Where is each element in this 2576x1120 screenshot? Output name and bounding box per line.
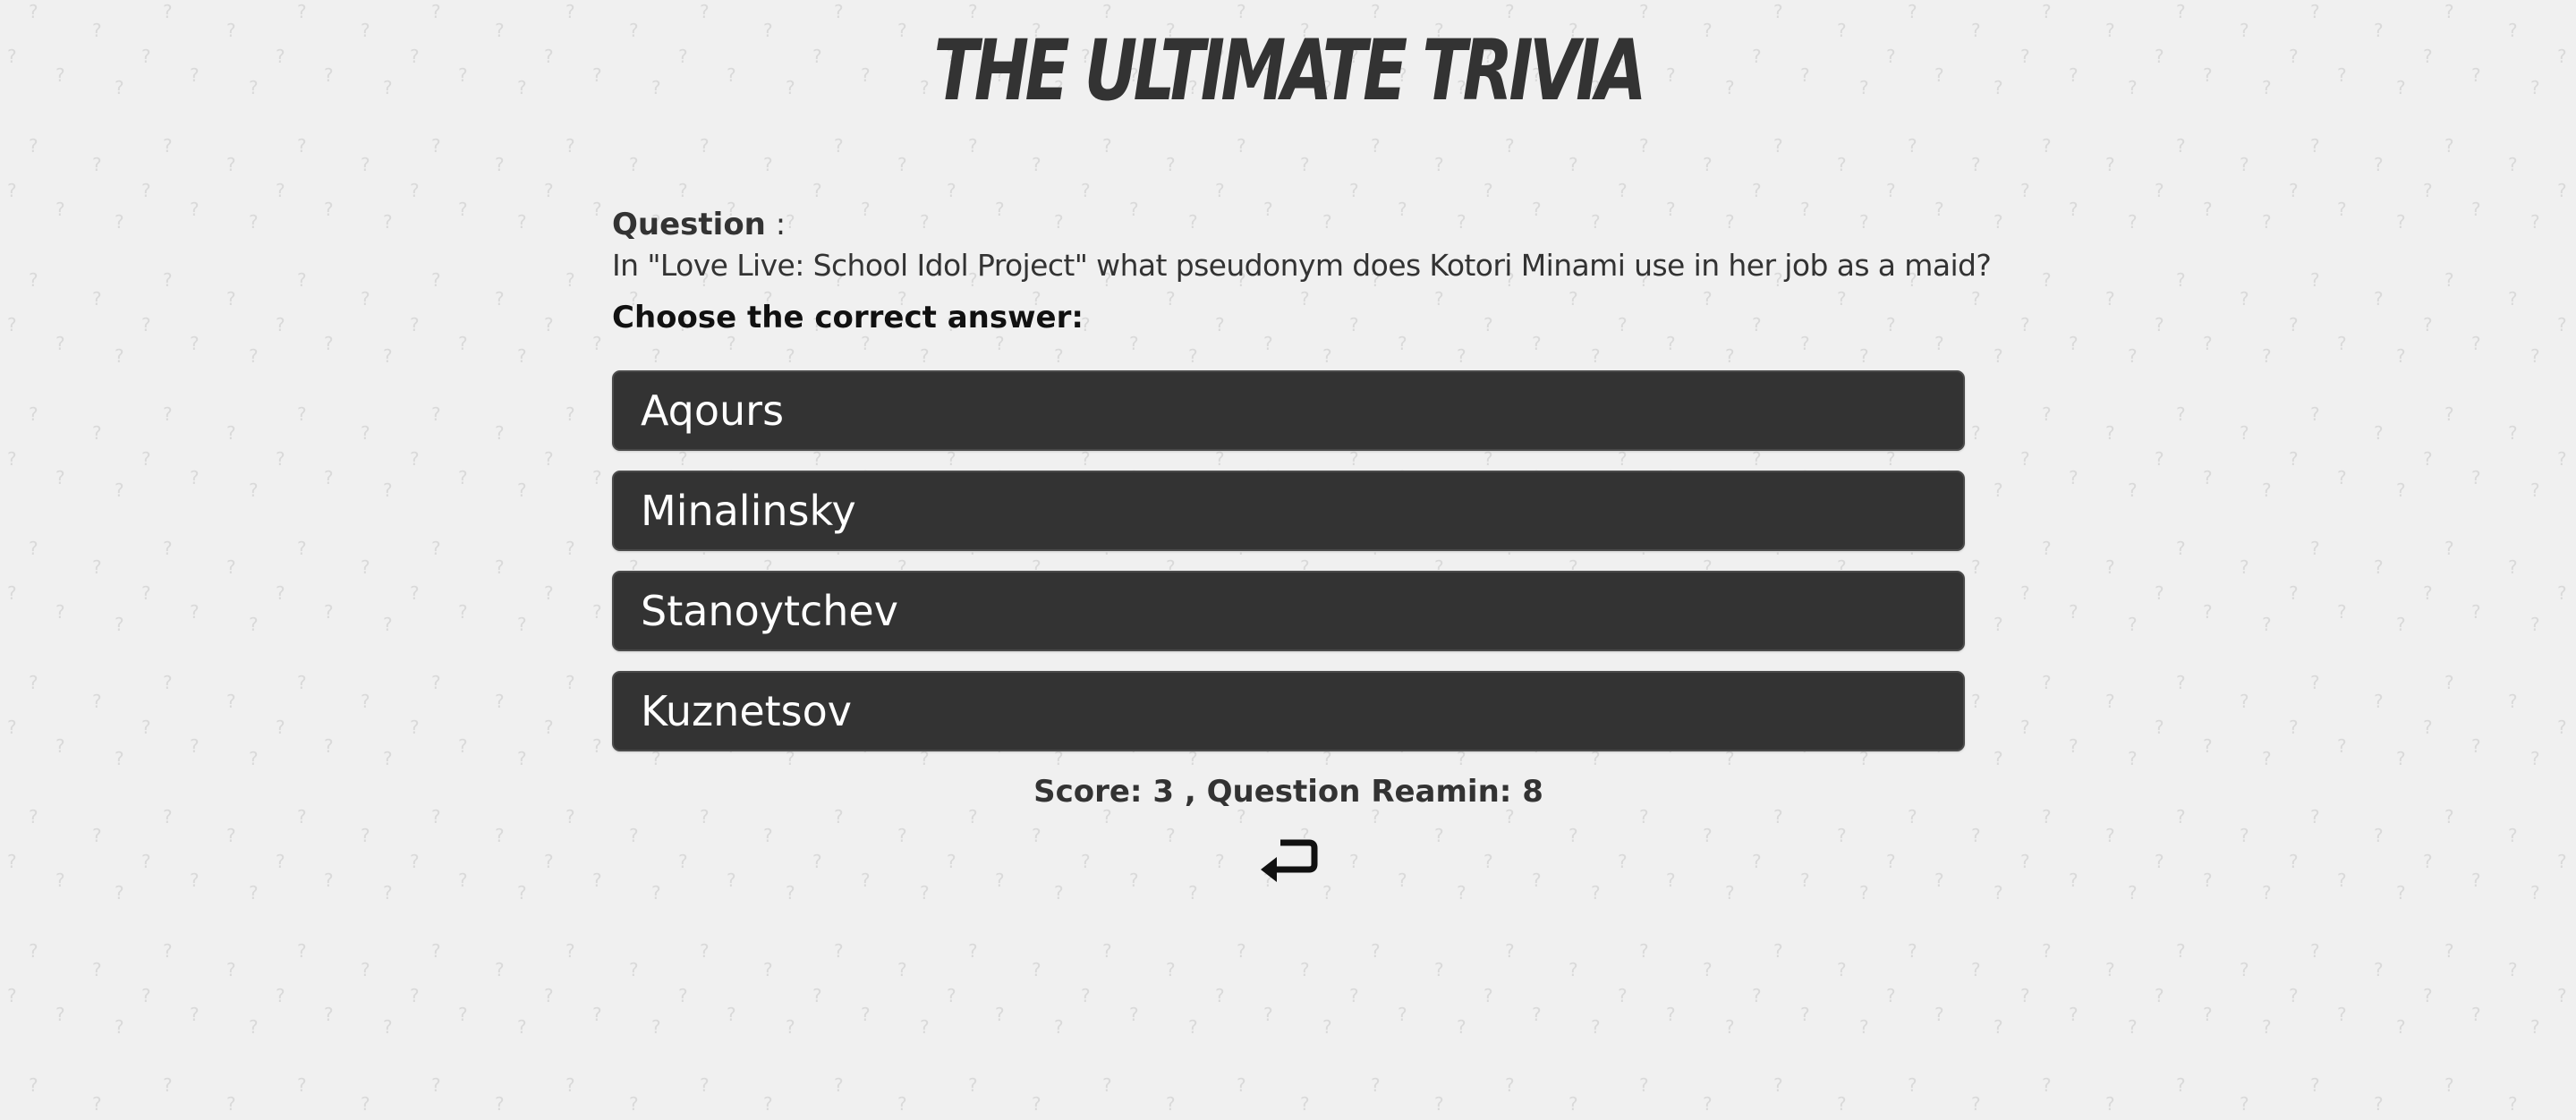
page-title: THE ULTIMATE TRIVIA [933,22,1646,120]
score-status: Score: 3 , Question Reamin: 8 [1033,774,1543,810]
answer-button-1[interactable]: Aqours [612,370,1965,451]
answer-button-2[interactable]: Minalinsky [612,471,1965,551]
question-label: Question [612,207,766,242]
answer-list: Aqours Minalinsky Stanoytchev Kuznetsov [612,370,1965,751]
question-heading: Question : [612,204,1965,245]
back-button[interactable] [1257,834,1320,887]
return-arrow-icon [1261,839,1318,882]
answer-prompt: Choose the correct answer: [612,300,1084,335]
answer-button-3[interactable]: Stanoytchev [612,571,1965,651]
question-text: In "Love Live: School Idol Project" what… [612,248,1992,283]
answer-button-4[interactable]: Kuznetsov [612,671,1965,751]
trivia-app: THE ULTIMATE TRIVIA Question : In "Love … [0,0,2576,1120]
question-label-separator: : [765,207,786,242]
quiz-panel: Question : In "Love Live: School Idol Pr… [612,204,1992,887]
